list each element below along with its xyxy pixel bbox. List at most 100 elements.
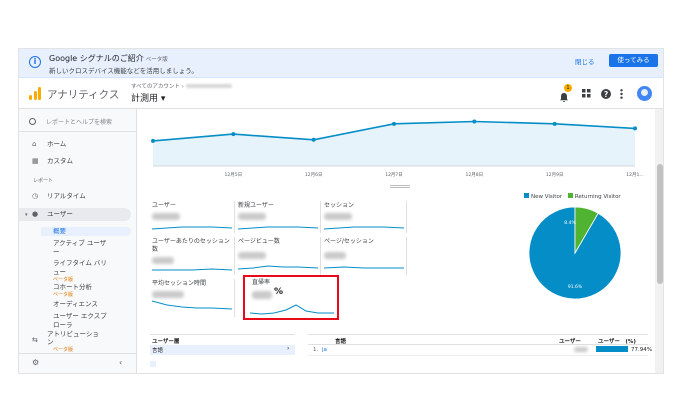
banner-subtitle: 新しいクロスデバイス機能などを活用しましょう。 <box>49 67 198 75</box>
line-chart-point[interactable] <box>552 121 557 126</box>
sidebar-item-audience[interactable]: ▾ ● ユーザー <box>19 208 131 221</box>
attribution-beta-tag: ベータ版 <box>53 347 74 353</box>
pie-legend: New Visitor Returning Visitor <box>524 193 621 200</box>
metric-pageviews-value <box>238 252 266 259</box>
chevron-left-icon[interactable]: ‹ <box>119 358 122 367</box>
main-scrollbar[interactable] <box>655 109 663 373</box>
metric-users-sparkline <box>152 226 232 230</box>
line-chart-point[interactable] <box>633 126 637 131</box>
legend-returning-visitor: Returning Visitor <box>574 194 621 200</box>
notifications-button[interactable]: 1 <box>559 84 572 102</box>
sidebar-subitem-explorer-cont[interactable]: ローラ <box>53 321 73 330</box>
bell-icon <box>560 93 568 102</box>
chevron-right-icon: › <box>287 345 290 352</box>
sidebar-subitem-lifetime-value[interactable]: ライフタイム バリ <box>53 259 107 268</box>
sessions-line-chart: 12月5日 12月6日 12月7日 12月8日 12月9日 12月1... <box>151 119 644 178</box>
bounce-rate-highlight-box <box>243 275 339 320</box>
line-chart-point[interactable] <box>472 119 477 124</box>
sidebar-subitem-audiences[interactable]: オーディエンス <box>53 300 98 309</box>
row-users-bar <box>596 346 628 352</box>
sidebar-item-custom[interactable]: ▦ カスタム <box>19 155 137 168</box>
demographics-header: ユーザー層 <box>152 339 180 345</box>
line-chart-area <box>153 121 635 166</box>
line-chart-tick-label: 12月6日 <box>305 172 323 178</box>
metric-sessions-per-user-label: ユーザーあたりのセッション 数 <box>152 238 230 253</box>
lifetime-beta-tag: ベータ版 <box>53 277 74 283</box>
report-search-input[interactable]: レポートとヘルプを検索 <box>29 117 112 126</box>
metric-avg-session-duration-sparkline <box>152 300 232 310</box>
line-chart-tick-label: 12月8日 <box>466 172 484 178</box>
row-index: 1. <box>313 347 319 353</box>
metric-sessions-sparkline <box>324 226 404 230</box>
legend-returning-swatch <box>567 193 573 198</box>
legend-new-visitor: New Visitor <box>531 194 563 200</box>
row-users-pct: 77.94% <box>631 347 652 353</box>
signals-banner: i Google シグナルのご紹介 ベータ版 新しいクロスデバイス機能などを活用し… <box>19 49 663 78</box>
line-chart-point[interactable] <box>311 137 316 142</box>
caret-down-icon: ▾ <box>25 212 28 218</box>
demographics-row-language[interactable]: 言語 › <box>150 345 295 355</box>
metric-pageviews-label: ページビュー数 <box>238 238 280 245</box>
pie-label-returning-visitor: 8.4% <box>564 220 576 226</box>
metric-new-users-label: 新規ユーザー <box>238 202 274 209</box>
banner-close-button[interactable]: 閉じる <box>575 56 595 66</box>
top-header: アナリティクス すべてのアカウント › 計測用 ▾ 1 ? <box>19 78 663 109</box>
avatar-icon[interactable] <box>637 86 652 101</box>
sidebar-item-realtime[interactable]: ◷ リアルタイム <box>19 190 137 203</box>
clock-icon: ◷ <box>32 192 39 200</box>
metric-sessions-label: セッション <box>324 202 355 209</box>
sidebar-subitem-overview[interactable]: 概要 <box>41 227 131 236</box>
analytics-logo-icon[interactable] <box>29 87 41 100</box>
search-icon <box>29 118 36 125</box>
legend-new-swatch <box>524 193 529 198</box>
row-language-link[interactable]: ja <box>322 347 327 353</box>
line-chart-tick-label: 12月1... <box>626 172 643 178</box>
sidebar-subitem-active-users-cont[interactable]: ー <box>53 248 60 257</box>
metric-pages-per-session-label: ページ/セッション <box>324 238 374 245</box>
metric-sessions-per-user-sparkline <box>152 268 232 271</box>
gear-icon[interactable]: ⚙ <box>32 358 39 367</box>
metric-new-users-value <box>238 213 266 220</box>
sidebar-item-home[interactable]: ⌂ ホーム <box>19 138 137 151</box>
line-chart-tick-label: 12月7日 <box>385 172 403 178</box>
chart-resize-handle[interactable] <box>390 185 410 188</box>
metric-pages-per-session-value <box>324 252 346 259</box>
home-icon: ⌂ <box>32 140 37 148</box>
notification-badge: 1 <box>564 84 572 92</box>
line-chart-tick-label: 12月9日 <box>546 172 564 178</box>
metric-pages-per-session-sparkline <box>324 266 404 269</box>
sidebar-subitem-explorer[interactable]: ユーザー エクスプ <box>53 312 107 321</box>
person-icon: ● <box>32 210 39 218</box>
cohort-beta-tag: ベータ版 <box>53 292 74 298</box>
banner-try-button[interactable]: 使ってみる <box>609 54 658 67</box>
account-name-blurred <box>186 84 232 88</box>
app-window: i Google シグナルのご紹介 ベータ版 新しいクロスデバイス機能などを活用し… <box>18 48 664 374</box>
row-users-value <box>574 347 588 352</box>
banner-title: Google シグナルのご紹介 <box>49 54 144 63</box>
app-title: アナリティクス <box>47 89 120 101</box>
sidebar-subitem-active-users[interactable]: アクティブ ユーザ <box>53 239 106 248</box>
info-icon: i <box>29 56 41 68</box>
line-chart-point[interactable] <box>392 121 396 126</box>
line-chart-point[interactable] <box>151 138 155 143</box>
banner-beta-tag: ベータ版 <box>145 57 168 63</box>
more-vert-icon[interactable] <box>620 89 623 102</box>
left-sidebar: レポートとヘルプを検索 ⌂ ホーム ▦ カスタム レポート ◷ リアルタイム ▾… <box>19 109 137 373</box>
metric-users-value <box>152 213 180 220</box>
dashboard-icon: ▦ <box>32 157 39 165</box>
main-content: 12月5日 12月6日 12月7日 12月8日 12月9日 12月1... ユーザー 新規… <box>138 109 655 373</box>
breadcrumb[interactable]: すべてのアカウント › <box>131 82 184 90</box>
line-chart-tick-label: 12月5日 <box>225 172 243 178</box>
sidebar-item-attribution[interactable]: ⇆ アトリビューショ ン <box>19 330 137 350</box>
pie-label-new-visitor: 91.6% <box>568 284 583 290</box>
view-selector[interactable]: 計測用 ▾ <box>131 91 165 104</box>
visitor-pie-chart: 91.6% 8.4% <box>528 206 622 300</box>
reports-section-label: レポート <box>33 178 54 184</box>
metric-new-users-sparkline <box>238 226 318 230</box>
line-chart-point[interactable] <box>231 132 236 137</box>
metric-users-label: ユーザー <box>152 202 176 209</box>
svg-text:?: ? <box>604 90 608 99</box>
metric-avg-session-duration-label: 平均セッション時間 <box>152 280 207 287</box>
help-icon[interactable]: ? <box>601 89 611 102</box>
apps-icon[interactable] <box>582 89 591 101</box>
